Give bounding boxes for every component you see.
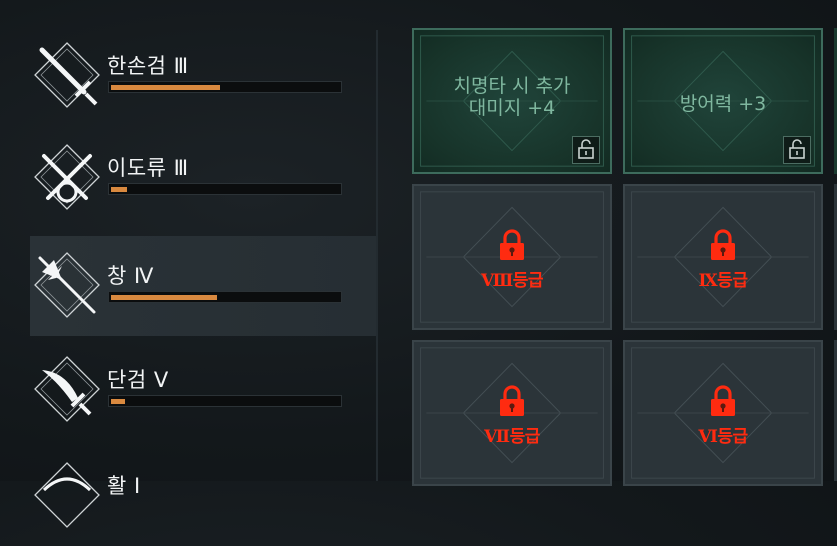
mastery-progress-bar <box>108 395 342 407</box>
required-grade-label: Ⅶ등급 <box>484 427 540 447</box>
required-grade-label: Ⅵ등급 <box>698 427 748 447</box>
weapon-row-dagger[interactable]: 단검 Ⅴ <box>30 340 377 440</box>
weapon-name: 단검 Ⅴ <box>107 368 169 392</box>
mastery-progress-fill <box>111 85 220 90</box>
skill-card-defense[interactable]: 방어력 +3 <box>623 28 823 174</box>
skill-effect-text: 치명타 시 추가 대미지 +4 <box>414 75 610 119</box>
mastery-progress-bar <box>108 81 342 93</box>
lock-status: Ⅸ등급 <box>625 228 821 291</box>
mastery-progress-fill <box>111 187 127 192</box>
dual-blades-icon <box>32 142 102 212</box>
dagger-icon <box>32 354 102 424</box>
bow-icon <box>32 460 102 530</box>
required-grade-label: Ⅸ등급 <box>698 271 748 291</box>
skill-card-locked-grade-9[interactable]: Ⅸ등급 <box>623 184 823 330</box>
skill-effect-line-1: 방어력 +3 <box>679 93 767 115</box>
weapon-row-spear[interactable]: 창 Ⅳ <box>30 236 377 336</box>
panel-divider <box>376 30 378 481</box>
one-hand-sword-icon <box>32 40 102 110</box>
skill-effect-text: 방어력 +3 <box>625 93 821 115</box>
skill-effect-line-2: 대미지 +4 <box>468 97 556 119</box>
skill-card-locked-grade-8[interactable]: Ⅷ등급 <box>412 184 612 330</box>
weapon-row-one-hand-sword[interactable]: 한손검 Ⅲ <box>30 26 377 126</box>
mastery-progress-bar <box>108 291 342 303</box>
unlock-icon <box>572 136 600 164</box>
weapon-row-dual-blades[interactable]: 이도류 Ⅲ <box>30 128 377 228</box>
weapon-name: 창 Ⅳ <box>107 264 154 288</box>
lock-status: Ⅵ등급 <box>625 384 821 447</box>
mastery-progress-bar <box>108 183 342 195</box>
weapon-name: 한손검 Ⅲ <box>107 54 189 78</box>
lock-status: Ⅶ등급 <box>414 384 610 447</box>
lock-icon <box>707 385 739 422</box>
skill-card-crit-damage[interactable]: 치명타 시 추가 대미지 +4 <box>412 28 612 174</box>
mastery-progress-fill <box>111 399 125 404</box>
weapon-name: 이도류 Ⅲ <box>107 156 189 180</box>
lock-icon <box>496 229 528 266</box>
unlock-icon <box>783 136 811 164</box>
weapon-row-bow[interactable]: 활 Ⅰ <box>30 446 377 546</box>
skill-effect-line-1: 치명타 시 추가 <box>453 75 571 97</box>
spear-icon <box>32 250 102 320</box>
weapon-list-panel: 한손검 Ⅲ 이도류 Ⅲ 창 Ⅳ 단검 Ⅴ 활 Ⅰ <box>0 0 378 528</box>
mastery-progress-fill <box>111 295 217 300</box>
skill-card-locked-grade-7[interactable]: Ⅶ등급 <box>412 340 612 486</box>
lock-status: Ⅷ등급 <box>414 228 610 291</box>
lock-icon <box>707 229 739 266</box>
weapon-name: 활 Ⅰ <box>107 474 141 498</box>
lock-icon <box>496 385 528 422</box>
skill-card-locked-grade-6[interactable]: Ⅵ등급 <box>623 340 823 486</box>
required-grade-label: Ⅷ등급 <box>480 271 544 291</box>
